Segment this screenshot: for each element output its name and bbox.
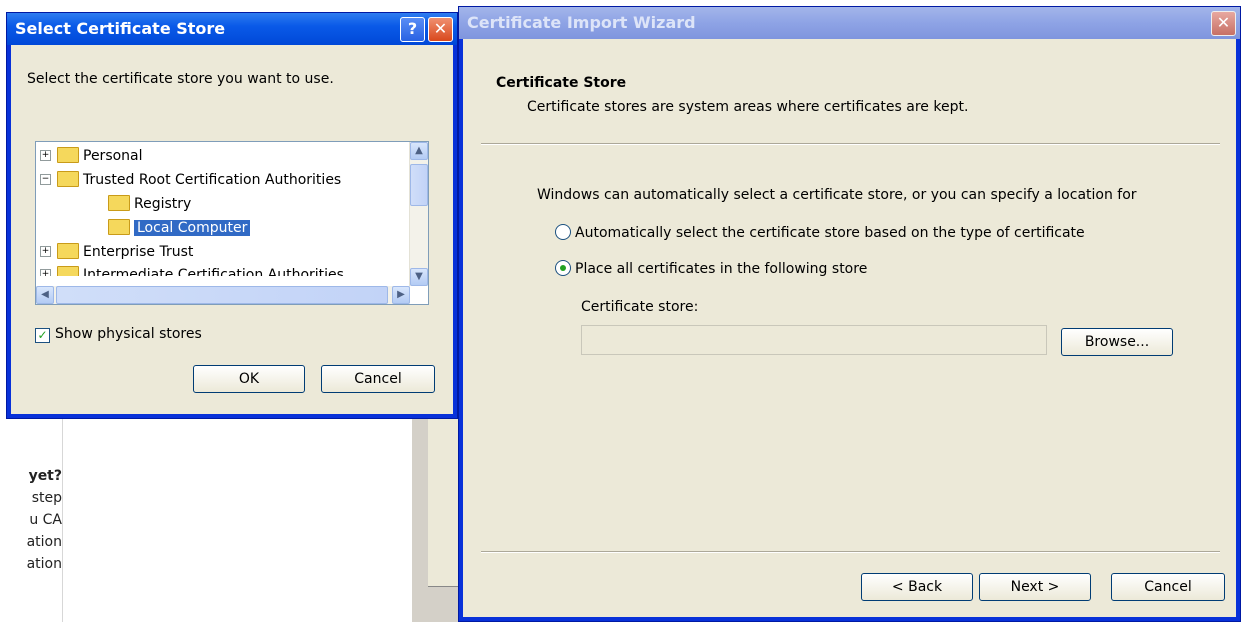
certificate-import-wizard: Certificate Import Wizard ✕ Certificate …	[458, 6, 1241, 622]
wizard-intro: Windows can automatically select a certi…	[537, 187, 1137, 203]
dialog-cancel-button[interactable]: Cancel	[321, 365, 435, 393]
dialog-client: Select the certificate store you want to…	[11, 45, 453, 414]
radio-auto-select[interactable]: Automatically select the certificate sto…	[555, 224, 1085, 241]
tree-item-registry[interactable]: Registry	[108, 192, 191, 216]
browse-button[interactable]: Browse...	[1061, 328, 1173, 356]
folder-icon	[108, 219, 130, 235]
background-line: ation	[26, 534, 62, 550]
tree-item-enterprise-trust[interactable]: + Enterprise Trust	[40, 240, 193, 264]
wizard-titlebar[interactable]: Certificate Import Wizard	[459, 7, 1240, 39]
background-panel	[428, 410, 459, 587]
close-icon: ✕	[1216, 13, 1231, 32]
background-line: yet?	[28, 468, 62, 484]
background-window-edge	[412, 410, 460, 622]
select-certificate-store-dialog: Select Certificate Store ? ✕ Select the …	[6, 12, 458, 419]
scroll-up-icon[interactable]: ▲	[410, 142, 428, 160]
radio-auto-icon[interactable]	[555, 224, 571, 240]
back-button[interactable]: < Back	[861, 573, 973, 601]
wizard-heading: Certificate Store	[496, 75, 627, 91]
dialog-close-button[interactable]: ✕	[428, 17, 453, 42]
tree-item-label-selected: Local Computer	[134, 220, 251, 236]
folder-icon	[57, 266, 79, 276]
wizard-client: Certificate Store Certificate stores are…	[463, 39, 1236, 617]
tree-item-personal[interactable]: + Personal	[40, 144, 143, 168]
background-line: ation	[26, 556, 62, 572]
background-line: step	[31, 490, 62, 506]
tree-item-label: Registry	[134, 196, 192, 212]
next-button[interactable]: Next >	[979, 573, 1091, 601]
tree-item-intermediate[interactable]: + Intermediate Certification Authorities	[40, 262, 344, 276]
show-physical-checkbox[interactable]: ✓	[35, 328, 50, 343]
help-icon: ?	[407, 19, 418, 38]
folder-icon	[57, 147, 79, 163]
radio-place-label: Place all certificates in the following …	[575, 261, 868, 277]
ok-button[interactable]: OK	[193, 365, 305, 393]
wizard-footer-separator	[481, 551, 1220, 553]
help-button[interactable]: ?	[400, 17, 425, 42]
certificate-store-field[interactable]	[581, 325, 1047, 355]
tree-item-label: Intermediate Certification Authorities	[83, 267, 344, 276]
wizard-header: Certificate Store Certificate stores are…	[463, 39, 1236, 149]
folder-icon	[108, 195, 130, 211]
dialog-prompt: Select the certificate store you want to…	[27, 71, 334, 87]
tree-item-label: Personal	[83, 148, 143, 164]
scroll-left-icon[interactable]: ◀	[36, 286, 54, 304]
show-physical-label[interactable]: Show physical stores	[55, 326, 202, 342]
background-text: yet? step u CA ation ation	[0, 465, 62, 575]
certificate-store-label: Certificate store:	[581, 299, 699, 315]
wizard-title: Certificate Import Wizard	[467, 13, 696, 32]
wizard-cancel-button[interactable]: Cancel	[1111, 573, 1225, 601]
tree-item-label: Trusted Root Certification Authorities	[83, 172, 342, 188]
tree-item-trusted-root[interactable]: − Trusted Root Certification Authorities	[40, 168, 341, 192]
expand-icon[interactable]: +	[40, 268, 51, 276]
dialog-title: Select Certificate Store	[15, 19, 226, 38]
scroll-down-icon[interactable]: ▼	[410, 268, 428, 286]
folder-icon	[57, 243, 79, 259]
tree-item-label: Enterprise Trust	[83, 244, 194, 260]
radio-place-all[interactable]: Place all certificates in the following …	[555, 260, 868, 277]
folder-icon	[57, 171, 79, 187]
wizard-close-button[interactable]: ✕	[1211, 11, 1236, 36]
tree-item-local-computer[interactable]: Local Computer	[108, 216, 251, 240]
background-line: u CA	[29, 512, 62, 528]
scroll-right-icon[interactable]: ▶	[392, 286, 410, 304]
tree-vertical-scrollbar[interactable]: ▲ ▼	[409, 142, 428, 286]
vertical-scroll-thumb[interactable]	[410, 164, 428, 206]
radio-auto-label: Automatically select the certificate sto…	[575, 225, 1085, 241]
wizard-subheading: Certificate stores are system areas wher…	[527, 99, 969, 115]
tree-horizontal-scrollbar[interactable]: ◀ ▶	[36, 286, 410, 304]
expand-icon[interactable]: +	[40, 149, 51, 161]
collapse-icon[interactable]: −	[40, 173, 51, 185]
wizard-header-separator	[481, 143, 1220, 145]
horizontal-scroll-thumb[interactable]	[56, 286, 388, 304]
expand-icon[interactable]: +	[40, 245, 51, 257]
radio-place-icon[interactable]	[555, 260, 571, 276]
store-tree[interactable]: + Personal − Trusted Root Certification Au…	[35, 141, 429, 305]
close-icon: ✕	[433, 19, 448, 38]
background-divider	[62, 410, 63, 622]
dialog-titlebar[interactable]: Select Certificate Store	[7, 13, 457, 45]
